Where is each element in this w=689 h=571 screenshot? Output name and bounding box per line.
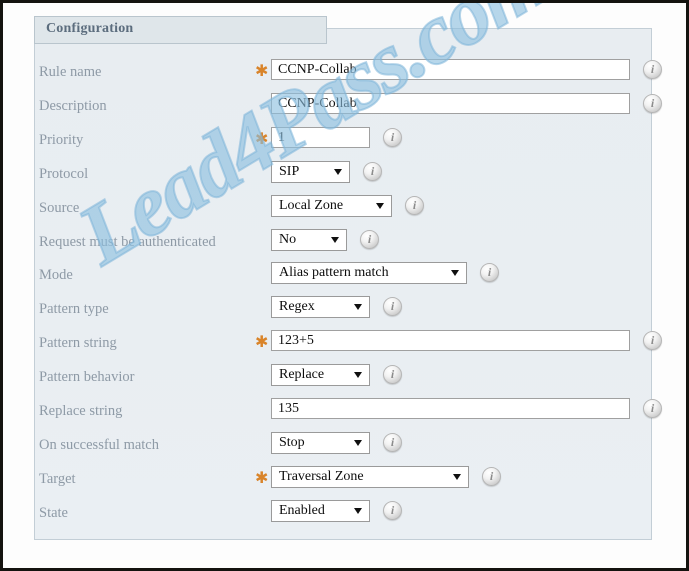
chevron-down-icon (354, 508, 362, 514)
field-label: Protocol (39, 166, 89, 182)
dropdown-selected-value: Traversal Zone (279, 469, 364, 484)
text-input[interactable]: CCNP-Collab (271, 93, 630, 114)
dropdown-selected-value: SIP (279, 164, 300, 179)
chevron-down-icon (354, 304, 362, 310)
form-row: Replace string 135 (3, 398, 686, 431)
chevron-down-icon (334, 169, 342, 175)
page-canvas: Configuration Rule name✱CCNP-CollabDescr… (3, 3, 686, 568)
configuration-panel-legend: Configuration (34, 16, 327, 44)
form-row: On successful match Stop (3, 432, 686, 465)
info-icon[interactable] (643, 399, 662, 418)
dropdown-selected-value: Replace (279, 367, 325, 382)
text-input[interactable]: 1 (271, 127, 370, 148)
dropdown-selected-value: Enabled (279, 503, 325, 518)
info-icon[interactable] (643, 60, 662, 79)
form-row: Rule name ✱ CCNP-Collab (3, 59, 686, 92)
field-label: Mode (39, 267, 73, 283)
dropdown-select[interactable]: Alias pattern match (271, 262, 467, 284)
dropdown-select[interactable]: SIP (271, 161, 350, 183)
field-label: Priority (39, 132, 84, 148)
chevron-down-icon (453, 474, 461, 480)
info-icon[interactable] (643, 331, 662, 350)
field-label: Rule name (39, 64, 102, 80)
dropdown-select[interactable]: Regex (271, 296, 370, 318)
info-icon[interactable] (405, 196, 424, 215)
dropdown-select[interactable]: No (271, 229, 347, 251)
info-icon[interactable] (480, 263, 499, 282)
field-label: Replace string (39, 403, 123, 419)
dropdown-selected-value: Regex (279, 299, 315, 314)
field-label: Pattern behavior (39, 369, 135, 385)
form-row: Target ✱ Traversal Zone (3, 466, 686, 499)
dropdown-selected-value: Stop (279, 435, 305, 450)
text-input[interactable]: 135 (271, 398, 630, 419)
field-label: Source (39, 200, 80, 216)
text-input[interactable]: 123+5 (271, 330, 630, 351)
chevron-down-icon (354, 440, 362, 446)
screenshot-frame: Configuration Rule name✱CCNP-CollabDescr… (0, 0, 689, 571)
info-icon[interactable] (383, 297, 402, 316)
field-label: Pattern type (39, 301, 109, 317)
chevron-down-icon (354, 372, 362, 378)
field-label: Request must be authenticated (39, 234, 216, 250)
form-row: Pattern type Regex (3, 296, 686, 329)
form-row: Source Local Zone (3, 195, 686, 228)
panel-title: Configuration (46, 21, 134, 36)
form-row: Protocol SIP (3, 161, 686, 194)
field-label: Description (39, 98, 107, 114)
field-label: Pattern string (39, 335, 117, 351)
dropdown-select[interactable]: Replace (271, 364, 370, 386)
dropdown-select[interactable]: Stop (271, 432, 370, 454)
required-star-icon: ✱ (255, 332, 269, 351)
required-star-icon: ✱ (255, 468, 269, 487)
form-row: Priority ✱ 1 (3, 127, 686, 160)
required-star-icon: ✱ (255, 129, 269, 148)
info-icon[interactable] (360, 230, 379, 249)
dropdown-select[interactable]: Enabled (271, 500, 370, 522)
dropdown-selected-value: No (279, 232, 297, 247)
dropdown-selected-value: Alias pattern match (279, 265, 389, 280)
field-label: Target (39, 471, 76, 487)
form-row: Pattern behavior Replace (3, 364, 686, 397)
info-icon[interactable] (383, 501, 402, 520)
form-row: State Enabled (3, 500, 686, 533)
info-icon[interactable] (383, 365, 402, 384)
required-star-icon: ✱ (255, 61, 269, 80)
form-row: Mode Alias pattern match (3, 262, 686, 295)
dropdown-select[interactable]: Local Zone (271, 195, 392, 217)
field-label: State (39, 505, 68, 521)
form-row: Request must be authenticated No (3, 229, 686, 262)
dropdown-selected-value: Local Zone (279, 198, 344, 213)
chevron-down-icon (451, 270, 459, 276)
text-input[interactable]: CCNP-Collab (271, 59, 630, 80)
chevron-down-icon (376, 203, 384, 209)
dropdown-select[interactable]: Traversal Zone (271, 466, 469, 488)
info-icon[interactable] (363, 162, 382, 181)
info-icon[interactable] (643, 94, 662, 113)
info-icon[interactable] (383, 433, 402, 452)
form-row: Description CCNP-Collab (3, 93, 686, 126)
form-row: Pattern string ✱ 123+5 (3, 330, 686, 363)
info-icon[interactable] (383, 128, 402, 147)
chevron-down-icon (331, 237, 339, 243)
field-label: On successful match (39, 437, 159, 453)
info-icon[interactable] (482, 467, 501, 486)
